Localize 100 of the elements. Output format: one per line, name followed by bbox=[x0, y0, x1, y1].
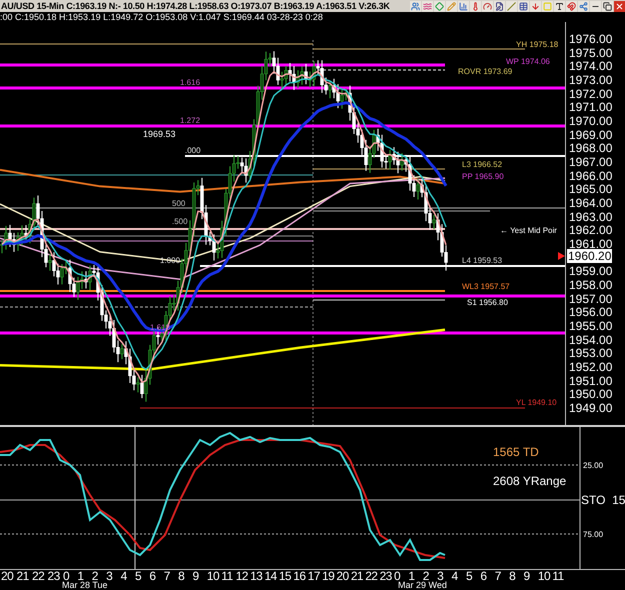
gauge-icon[interactable] bbox=[482, 0, 493, 12]
level-label: WP 1974.06 bbox=[506, 57, 550, 66]
diamond-icon[interactable] bbox=[434, 0, 445, 12]
hour-label: 20 bbox=[336, 570, 350, 582]
hour-label: 14 bbox=[264, 570, 278, 582]
minimize-icon[interactable] bbox=[590, 0, 601, 12]
close-icon[interactable] bbox=[614, 0, 625, 12]
level-label: ← Yest Mid Poir bbox=[500, 226, 557, 235]
level-label: L3 1966.52 bbox=[462, 160, 502, 169]
price-note: 1969.53 bbox=[143, 129, 176, 139]
hour-label: 3 bbox=[437, 570, 444, 582]
price-tick-label: 1968.00 bbox=[569, 142, 612, 156]
hour-label: 19 bbox=[322, 570, 336, 582]
fibonacci-label: 1.616 bbox=[180, 78, 200, 87]
price-tick-label: 1976.00 bbox=[569, 33, 612, 46]
hour-label: 11 bbox=[552, 570, 565, 582]
line-tool-icon[interactable] bbox=[506, 0, 517, 12]
magnet-icon[interactable] bbox=[566, 0, 577, 12]
document-icon[interactable] bbox=[494, 0, 505, 12]
indicator-axis-label: 25.00 bbox=[583, 461, 604, 470]
hour-label: 0 bbox=[63, 570, 70, 582]
fibonacci-label: 1.272 bbox=[180, 116, 200, 125]
fibonacci-label: .000 bbox=[185, 146, 201, 155]
hour-label: 9 bbox=[192, 570, 200, 582]
table-icon[interactable] bbox=[518, 0, 529, 12]
date-label: Mar 29 Wed bbox=[398, 581, 447, 590]
level-label: L4 1959.53 bbox=[462, 256, 502, 265]
level-label: YH 1975.18 bbox=[516, 40, 558, 49]
hour-label: 21 bbox=[16, 570, 30, 582]
price-tick-label: 1964.00 bbox=[569, 197, 612, 210]
price-tick-label: 1969.00 bbox=[569, 128, 612, 142]
price-tick-label: 1975.00 bbox=[569, 46, 612, 60]
price-tick-label: 1955.00 bbox=[569, 320, 612, 334]
price-tick-label: 1965.00 bbox=[569, 183, 612, 196]
hour-label: 6 bbox=[149, 570, 156, 582]
price-tick-label: 1962.00 bbox=[569, 224, 612, 238]
hour-label: 11 bbox=[221, 570, 234, 582]
price-tick-label: 1958.00 bbox=[569, 279, 612, 292]
hour-label: 7 bbox=[494, 570, 502, 582]
level-label: WL3 1957.57 bbox=[462, 282, 510, 291]
bar-chart-icon[interactable] bbox=[458, 0, 469, 12]
hour-label: 2 bbox=[422, 570, 429, 582]
price-tick-label: 1951.00 bbox=[569, 374, 612, 388]
text-tool-icon[interactable] bbox=[554, 0, 565, 12]
fibonacci-label: .500 bbox=[172, 217, 188, 226]
price-tick-label: 1972.00 bbox=[569, 88, 612, 101]
price-tick-label: 1959.00 bbox=[569, 265, 612, 278]
hour-label: 9 bbox=[524, 570, 531, 582]
hour-label: 8 bbox=[178, 570, 186, 582]
price-tick-label: 1957.00 bbox=[569, 292, 612, 306]
restore-icon[interactable] bbox=[602, 0, 613, 12]
price-tick-label: 1970.00 bbox=[569, 115, 612, 128]
hour-label: 10 bbox=[206, 570, 220, 582]
hour-label: 12 bbox=[236, 570, 249, 582]
indicator-axis-label: STO 15 bbox=[581, 494, 625, 507]
hour-label: 22 bbox=[32, 570, 46, 582]
hour-label: 4 bbox=[452, 570, 459, 582]
price-tick-label: 1949.00 bbox=[569, 402, 612, 416]
price-tick-label: 1967.00 bbox=[569, 156, 612, 170]
hour-label: 23 bbox=[380, 570, 393, 582]
price-tick-label: 1966.00 bbox=[569, 170, 612, 183]
price-tick-label: 1954.00 bbox=[569, 334, 612, 347]
hour-label: 20 bbox=[1, 570, 14, 582]
price-tick-label: 1961.00 bbox=[569, 238, 612, 252]
hour-label: 4 bbox=[120, 570, 128, 582]
hour-label: 17 bbox=[308, 570, 321, 582]
date-label: Mar 28 Tue bbox=[62, 581, 108, 590]
price-tick-label: 1953.00 bbox=[569, 347, 612, 360]
level-label: YL 1949.10 bbox=[516, 398, 557, 407]
fibonacci-label: 500 bbox=[172, 199, 186, 208]
hour-label: 10 bbox=[538, 570, 552, 582]
price-tick-label: 1956.00 bbox=[569, 306, 612, 320]
indicator-label: 2608 YRange bbox=[493, 474, 566, 488]
arrow-down-icon[interactable] bbox=[530, 0, 541, 12]
cursor-readout: :00 C:1950.18 H:1953.19 L:1949.72 O:1953.08 V:1.047 S:1969.44 03-28-23 0:28 bbox=[0, 12, 323, 22]
price-tick-label: 1950.00 bbox=[569, 388, 612, 402]
hour-label: 1 bbox=[408, 570, 416, 582]
price-tick-label: 1963.00 bbox=[569, 210, 612, 224]
hour-label: 3 bbox=[106, 570, 114, 582]
hour-label: 22 bbox=[365, 570, 378, 582]
hour-label: 23 bbox=[48, 570, 61, 582]
hour-label: 7 bbox=[164, 570, 171, 582]
hour-label: 1 bbox=[77, 570, 84, 582]
indicator-axis-label: 75.00 bbox=[583, 530, 604, 539]
hour-label: 13 bbox=[250, 570, 264, 582]
hour-label: 2 bbox=[92, 570, 98, 582]
current-price-label: 1960.20 bbox=[567, 248, 612, 263]
hour-label: 0 bbox=[394, 570, 400, 582]
people-icon[interactable] bbox=[410, 0, 421, 12]
waves-icon[interactable] bbox=[422, 0, 433, 12]
hour-label: 21 bbox=[350, 570, 364, 582]
price-tick-label: 1974.00 bbox=[569, 60, 612, 74]
thermometer-icon[interactable] bbox=[470, 0, 481, 12]
hour-label: 8 bbox=[509, 570, 516, 582]
share-icon[interactable] bbox=[578, 0, 589, 12]
price-tick-label: 1952.00 bbox=[569, 361, 612, 374]
price-tick-label: 1973.00 bbox=[569, 74, 612, 87]
hour-label: 16 bbox=[293, 570, 306, 582]
level-label: ROVR 1973.69 bbox=[458, 67, 512, 76]
hour-label: 6 bbox=[480, 570, 488, 582]
